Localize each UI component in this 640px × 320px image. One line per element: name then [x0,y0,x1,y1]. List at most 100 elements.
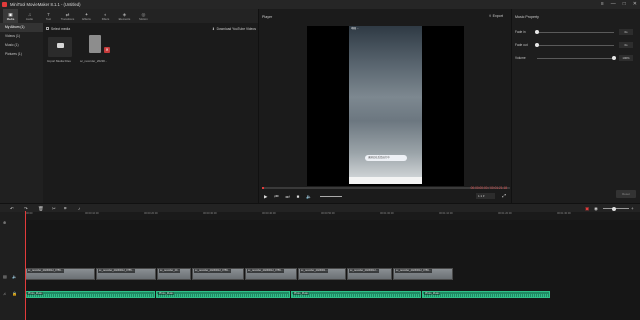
ruler-tick: 00:00:30:00 [203,212,217,215]
audio-track-icon: ♫ [3,291,6,296]
play-icon[interactable]: ▶ [264,194,267,200]
zoom-in-icon[interactable]: + [631,206,634,211]
previous-frame-icon[interactable]: ⏮ [274,194,278,200]
toolbar-elements[interactable]: ◈ Elements [117,9,132,23]
playhead[interactable] [25,211,26,320]
video-clip[interactable]: sc_recorder_20230612_0759... [192,268,244,280]
audio-clip[interactable]: Photo_Music [291,291,421,298]
library-sidebar: My Album (1) Videos (1) Music (1) Pictur… [0,23,43,203]
video-clip-label: sc_recorder_20230612_0755... [98,269,135,273]
toolbar-filters[interactable]: ◐ Filters [98,9,113,23]
ruler-tick: 00:00:40:00 [262,212,276,215]
video-clip[interactable]: sc_recorder_20230612_0759... [25,268,95,280]
reset-button[interactable]: Reset [616,190,636,198]
phone-toast: 录屏已在后台运行中 [365,155,407,161]
sidebar-item-music[interactable]: Music (1) [0,41,43,50]
fade-out-row: Fade out 0s [515,41,637,49]
video-clip[interactable]: sc_recorder_20230612_0759... [393,268,453,280]
menu-icon[interactable]: ≡ [601,1,604,7]
video-track-mute-icon[interactable]: 🔈 [12,274,17,279]
undo-icon[interactable]: ↶ [10,206,14,212]
ruler-tick: 00:00 [26,212,33,215]
ruler-tick: 00:01:20:00 [498,212,512,215]
toolbar-media[interactable]: ▣ Media [3,9,18,23]
fade-in-value[interactable]: 0s [619,29,633,35]
toolbar-motion[interactable]: ◎ Motion [136,9,151,23]
volume-value[interactable]: 100% [619,55,633,61]
media-library: My Album (1) Videos (1) Music (1) Pictur… [0,23,258,203]
ruler-tick: 00:01:30:00 [557,212,571,215]
video-clip-label: sc_recorder_20230612_0759... [247,269,284,273]
playback-controls: ▶ ⏮ ⏭ ■ 🔈 [264,194,312,200]
maximize-icon[interactable]: □ [623,1,626,7]
audio-waveform [292,294,420,297]
volume-icon[interactable]: 🔈 [306,194,312,200]
volume-slider[interactable] [320,196,342,197]
video-clip[interactable]: sc_recorder_20230612_0759... [245,268,297,280]
toolbar-effects[interactable]: ✦ Effects [79,9,94,23]
progress-fill [262,187,265,189]
window-title: MiniTool MovieMaker 8.1.1 - (Untitled) [10,2,81,7]
next-frame-icon[interactable]: ⏭ [286,194,290,200]
zoom-knob[interactable] [612,206,616,211]
video-clip-label: sc_recorder_20230612_0759... [395,269,432,273]
volume-knob[interactable] [612,56,616,60]
add-track-icon[interactable]: ⊕ [3,220,6,225]
zoom-slider[interactable] [603,208,629,209]
main-toolbar: ▣ Media ♫ Audio T Text ⇄ Transitions ✦ Effect… [0,9,258,23]
audio-clip[interactable]: Photo_Music [422,291,550,298]
ruler-tick: 00:00:20:00 [144,212,158,215]
volume-row: Volume 100% [515,54,637,62]
title-bar: MiniTool MovieMaker 8.1.1 - (Untitled) [0,0,640,9]
timeline-toolbar: ↶ ↷ 🗑 ✂ ⌗ ♪ ▣ ◉ + [0,203,640,212]
video-clip[interactable]: sc_recorder_20230612... [347,268,392,280]
aspect-ratio-select[interactable]: 1:1 ▾ [476,193,495,199]
video-preview: 中国 ... 录屏已在后台运行中 [307,26,464,186]
fade-in-slider[interactable] [535,30,614,34]
toolbar-audio[interactable]: ♫ Audio [22,9,37,23]
properties-panel: Music Property Fade in 0s Fade out 0s Vo… [512,9,640,203]
sidebar-item-videos[interactable]: Videos (1) [0,32,43,41]
download-icon[interactable]: ⬇ [212,27,215,31]
fade-out-value[interactable]: 0s [619,42,633,48]
audio-clip[interactable]: Photo_Music [156,291,290,298]
crop-icon[interactable]: ⌗ [64,206,67,211]
video-clip[interactable]: sc_recorder_20230612_0755... [96,268,156,280]
player-panel: Player ⇪ Export 中国 ... 录屏已在后台运行中 00:00:0… [258,9,512,203]
toolbar-transitions[interactable]: ⇄ Transitions [60,9,75,23]
video-clip[interactable]: sc_recorder_20... [157,268,191,280]
app-logo [2,2,7,7]
video-clip-label: sc_recorder_20230612_0759... [194,269,231,273]
select-all-checkbox[interactable] [46,27,49,30]
video-clip-label: sc_recorder_20... [159,269,181,273]
video-frame: 中国 ... 录屏已在后台运行中 [349,26,422,184]
delete-icon[interactable]: ✕ [104,47,110,53]
close-icon[interactable]: ✕ [633,1,637,7]
player-title: Player [262,15,273,19]
sidebar-item-pictures[interactable]: Pictures (1) [0,50,43,59]
fullscreen-icon[interactable]: ⤢ [502,193,506,198]
audio-tool-icon[interactable]: ♪ [78,206,80,211]
download-youtube-link[interactable]: Download YouTube Videos [217,27,256,31]
audio-clip-label: Photo_Music [293,292,310,295]
audio-track: Photo_Music Photo_Music Photo_Music Photo_M… [25,290,640,299]
media-thumbnail[interactable] [89,35,101,53]
fade-in-knob[interactable] [535,30,539,34]
audio-clip[interactable]: Photo_Music [25,291,155,298]
sidebar-item-my-album[interactable]: My Album (1) [0,23,43,32]
toolbar-text[interactable]: T Text [41,9,56,23]
video-clip-label: sc_recorder_2023061... [300,269,329,273]
volume-property-slider[interactable] [537,56,616,60]
audio-waveform [26,294,154,297]
import-media-label: Import Media Files [47,59,71,63]
video-track-icon: ▤ [3,274,7,279]
import-media-tile[interactable] [48,37,72,57]
fade-out-knob[interactable] [535,43,539,47]
audio-track-lock-icon[interactable]: 🔒 [12,291,17,296]
fade-out-slider[interactable] [535,43,614,47]
timeline-ruler[interactable]: 00:00 00:00:10:00 00:00:20:00 00:00:30:00 00… [25,212,640,220]
minimize-icon[interactable]: — [611,1,616,7]
stop-icon[interactable]: ■ [297,194,300,200]
video-clip[interactable]: sc_recorder_2023061... [298,268,346,280]
export-button[interactable]: ⇪ Export [489,14,503,18]
